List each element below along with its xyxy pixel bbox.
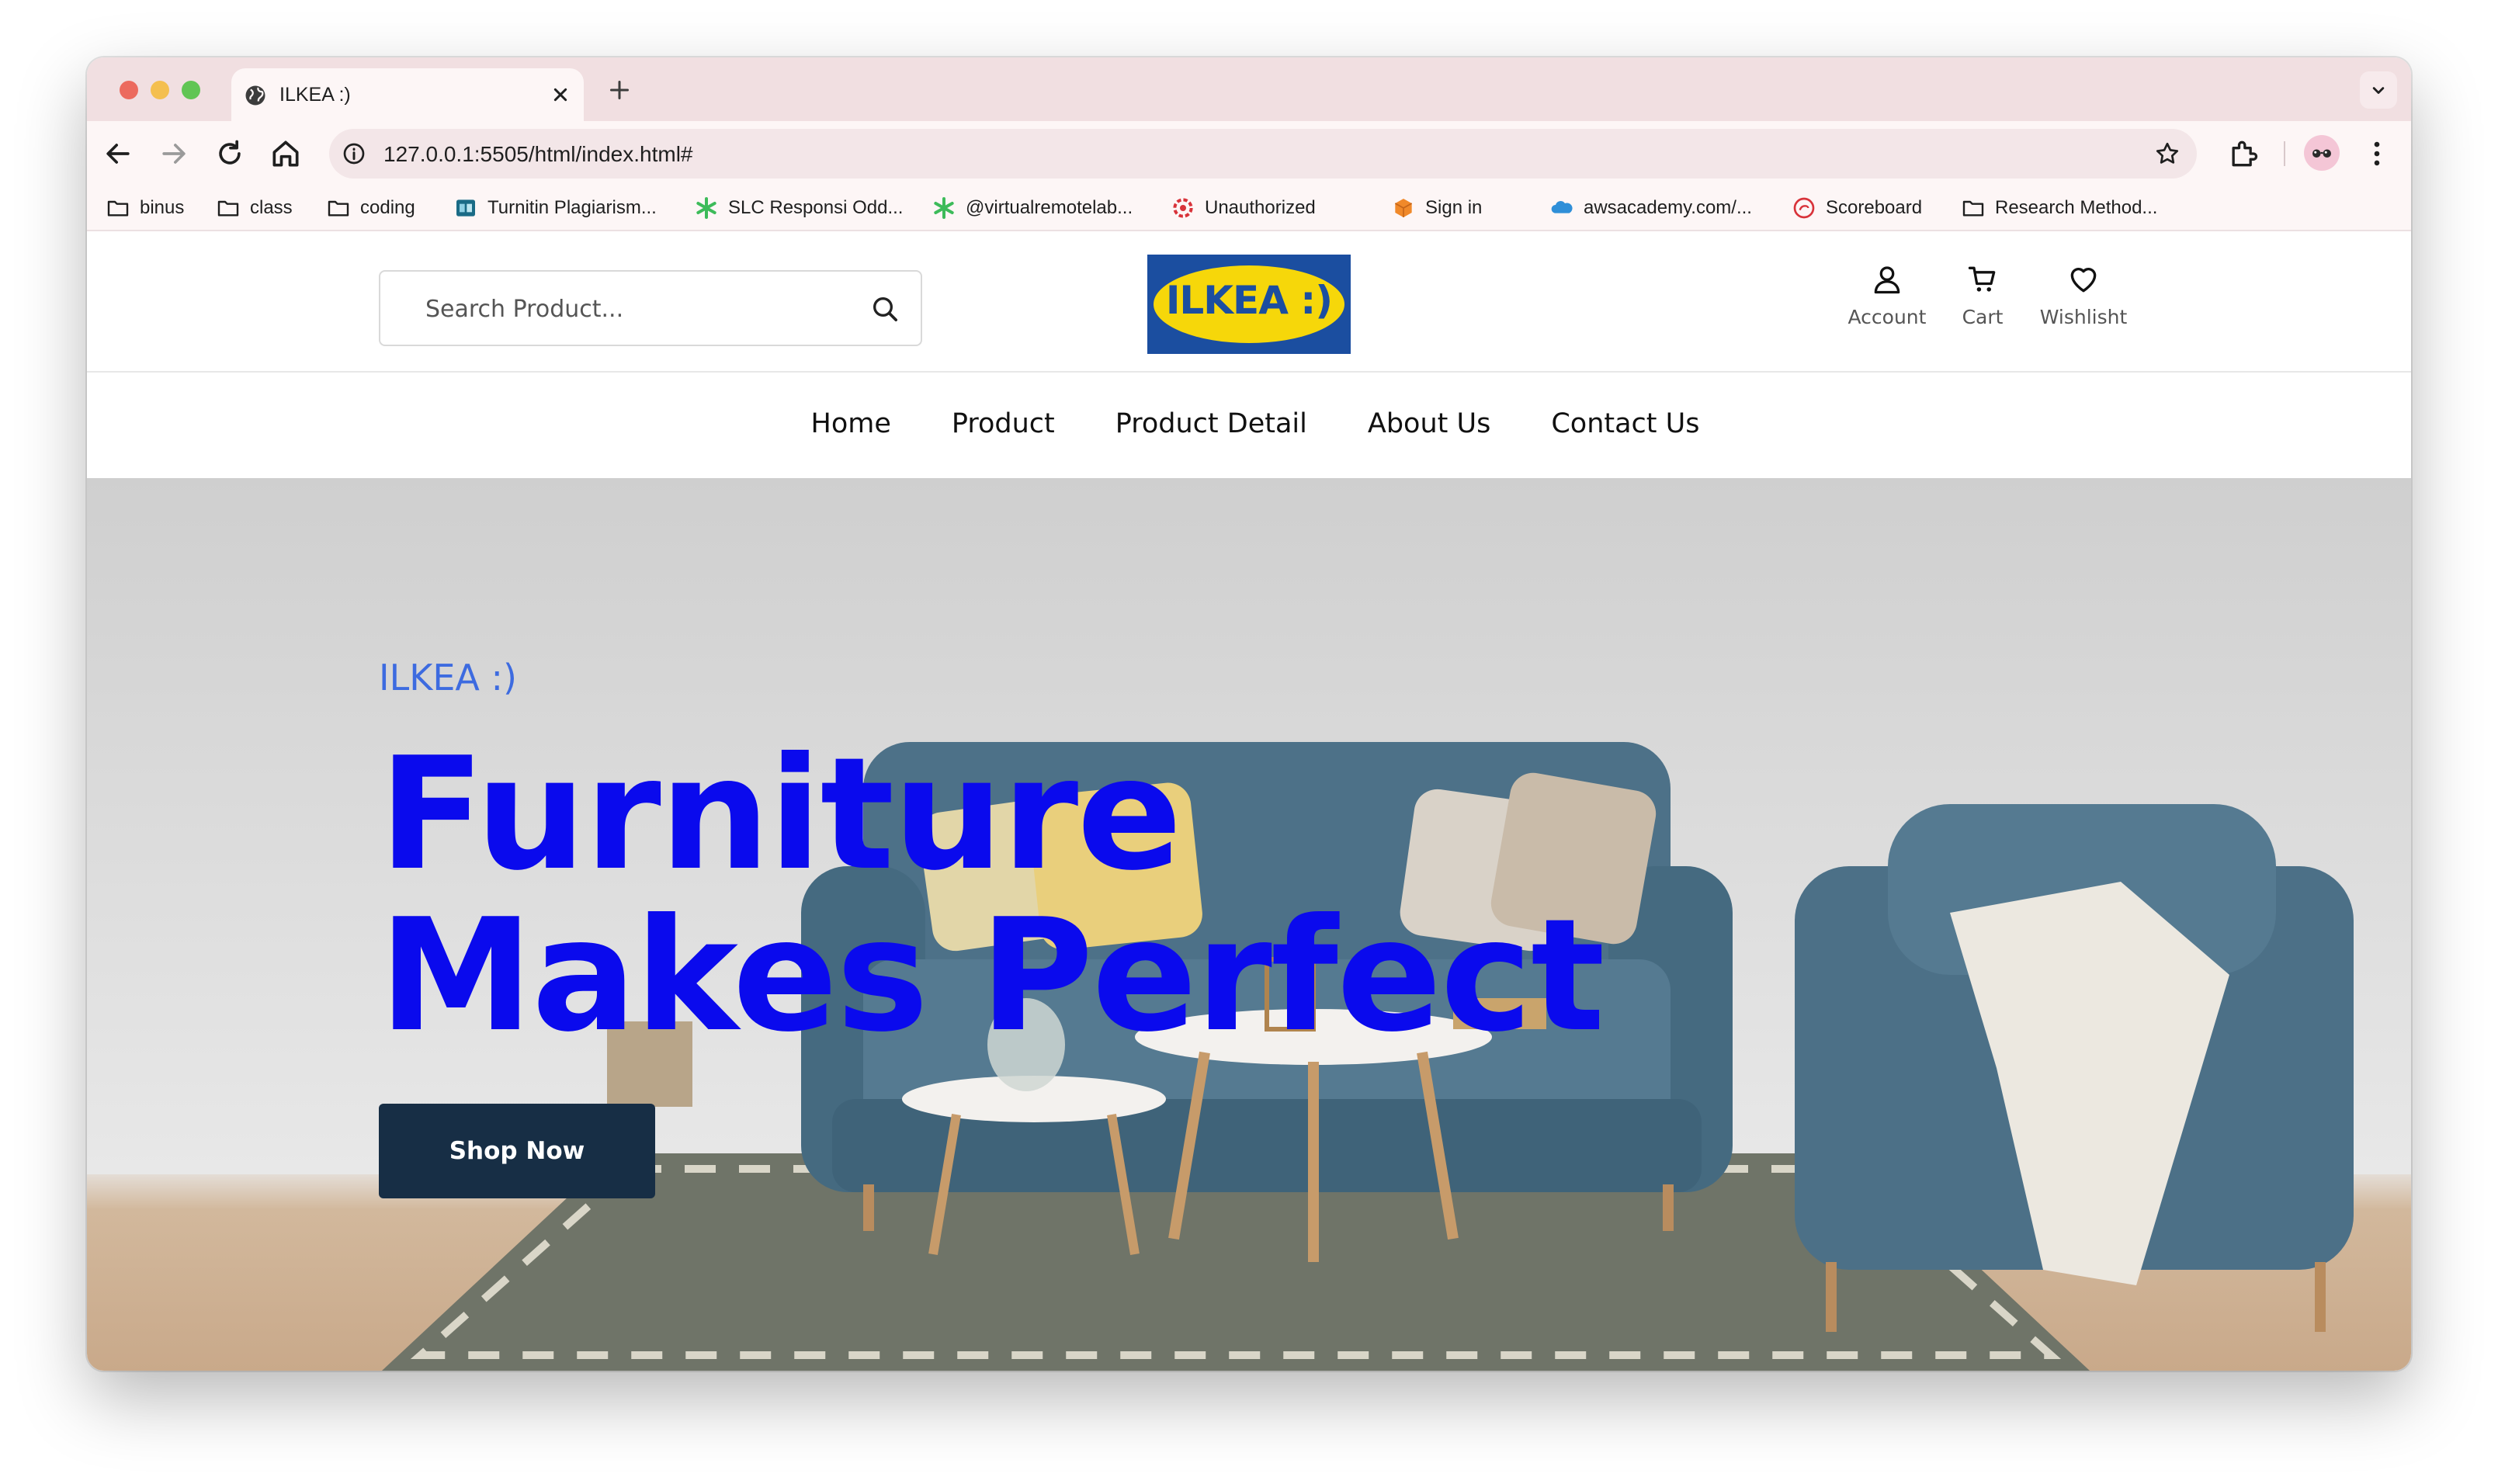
- hero-kicker: ILKEA :): [379, 657, 517, 699]
- bookmark-virtualremotelab[interactable]: @virtualremotelab...: [932, 194, 1133, 222]
- more-menu-icon[interactable]: [2360, 137, 2394, 171]
- wishlist-link[interactable]: Wishlisht: [2037, 262, 2130, 328]
- nav-about-us[interactable]: About Us: [1368, 408, 1490, 439]
- user-icon: [1874, 266, 1900, 294]
- chevron-down-icon: [2372, 87, 2385, 94]
- tab-strip: ILKEA :): [87, 57, 2411, 121]
- salesforce-cloud-icon: [1551, 201, 1573, 213]
- search-input[interactable]: [425, 290, 860, 328]
- browser-toolbar: 127.0.0.1:5505/html/index.html#: [87, 121, 2411, 186]
- browser-tab[interactable]: ILKEA :): [231, 68, 584, 121]
- turnitin-icon: [456, 199, 475, 217]
- extensions-puzzle-icon[interactable]: [2226, 137, 2260, 171]
- bookmark-scoreboard[interactable]: Scoreboard: [1792, 194, 1922, 222]
- folder-icon: [328, 200, 349, 217]
- cart-label: Cart: [1962, 306, 2004, 328]
- address-bar[interactable]: 127.0.0.1:5505/html/index.html#: [329, 129, 2197, 179]
- url-text[interactable]: 127.0.0.1:5505/html/index.html#: [383, 142, 692, 167]
- new-tab-icon[interactable]: [605, 76, 633, 104]
- bookmarks-bar: binus class coding Turnitin Plagiarism..…: [87, 186, 2411, 231]
- nav-product[interactable]: Product: [952, 408, 1055, 439]
- bookmark-unauthorized[interactable]: Unauthorized: [1171, 194, 1316, 222]
- close-tab-icon[interactable]: [548, 82, 573, 107]
- scoreboard-icon: [1793, 197, 1815, 219]
- logo-text: ILKEA :): [1165, 278, 1333, 323]
- toolbar-separator: [2284, 141, 2285, 166]
- bookmark-class[interactable]: class: [216, 194, 293, 222]
- bookmark-sign-in[interactable]: Sign in: [1391, 194, 1482, 222]
- green-asterisk-icon: [934, 197, 954, 219]
- nav-product-detail[interactable]: Product Detail: [1115, 408, 1307, 439]
- cart-link[interactable]: Cart: [1952, 262, 2014, 328]
- folder-icon: [217, 200, 239, 217]
- globe-icon: [245, 85, 265, 106]
- red-gear-icon: [1173, 198, 1193, 218]
- main-nav: Home Product Product Detail About Us Con…: [87, 374, 2411, 478]
- nav-list: Home Product Product Detail About Us Con…: [87, 408, 2411, 439]
- hero-banner: ILKEA :) Furniture Makes Perfect Shop No…: [87, 478, 2411, 1371]
- back-arrow-icon[interactable]: [101, 137, 135, 171]
- bookmark-binus[interactable]: binus: [106, 194, 184, 222]
- home-icon[interactable]: [269, 137, 303, 171]
- orange-cube-icon: [1394, 199, 1413, 217]
- tab-search-button[interactable]: [2360, 71, 2397, 109]
- bookmark-research-method[interactable]: Research Method...: [1961, 194, 2157, 222]
- product-search-box: [379, 270, 922, 346]
- maximize-window-button[interactable]: [182, 81, 200, 99]
- bookmark-star-icon[interactable]: [2153, 140, 2181, 168]
- site-logo[interactable]: ILKEA :): [1147, 255, 1351, 354]
- tab-title: ILKEA :): [279, 84, 351, 106]
- bookmark-turnitin[interactable]: Turnitin Plagiarism...: [453, 194, 657, 222]
- bookmark-awsacademy[interactable]: awsacademy.com/...: [1549, 194, 1752, 222]
- nav-home[interactable]: Home: [811, 408, 891, 439]
- minimize-window-button[interactable]: [151, 81, 169, 99]
- site-info-icon[interactable]: [342, 141, 366, 166]
- green-asterisk-icon: [696, 197, 716, 219]
- glasses-icon: [2312, 149, 2331, 158]
- shop-now-button[interactable]: Shop Now: [379, 1104, 655, 1198]
- bookmark-coding[interactable]: coding: [326, 194, 415, 222]
- site-header: ILKEA :) Account Cart: [87, 231, 2411, 373]
- hero-title: Furniture Makes Perfect: [379, 724, 1605, 1066]
- reload-icon[interactable]: [213, 137, 247, 171]
- nav-contact-us[interactable]: Contact Us: [1551, 408, 1699, 439]
- account-label: Account: [1847, 306, 1927, 328]
- wishlist-label: Wishlisht: [2039, 306, 2128, 328]
- folder-icon: [107, 200, 129, 217]
- web-page: ILKEA :) Account Cart: [87, 231, 2411, 1371]
- account-link[interactable]: Account: [1844, 262, 1930, 328]
- heart-icon: [2070, 268, 2097, 293]
- close-window-button[interactable]: [120, 81, 138, 99]
- browser-window: ILKEA :) 127.0.0.1:5505/html/index.html#…: [87, 57, 2411, 1371]
- profile-avatar[interactable]: [2304, 135, 2340, 171]
- cart-icon: [1968, 266, 1996, 292]
- folder-icon: [1962, 200, 1984, 217]
- forward-arrow-icon[interactable]: [157, 137, 191, 171]
- search-icon[interactable]: [869, 293, 900, 324]
- bookmark-slc-responsi[interactable]: SLC Responsi Odd...: [694, 194, 903, 222]
